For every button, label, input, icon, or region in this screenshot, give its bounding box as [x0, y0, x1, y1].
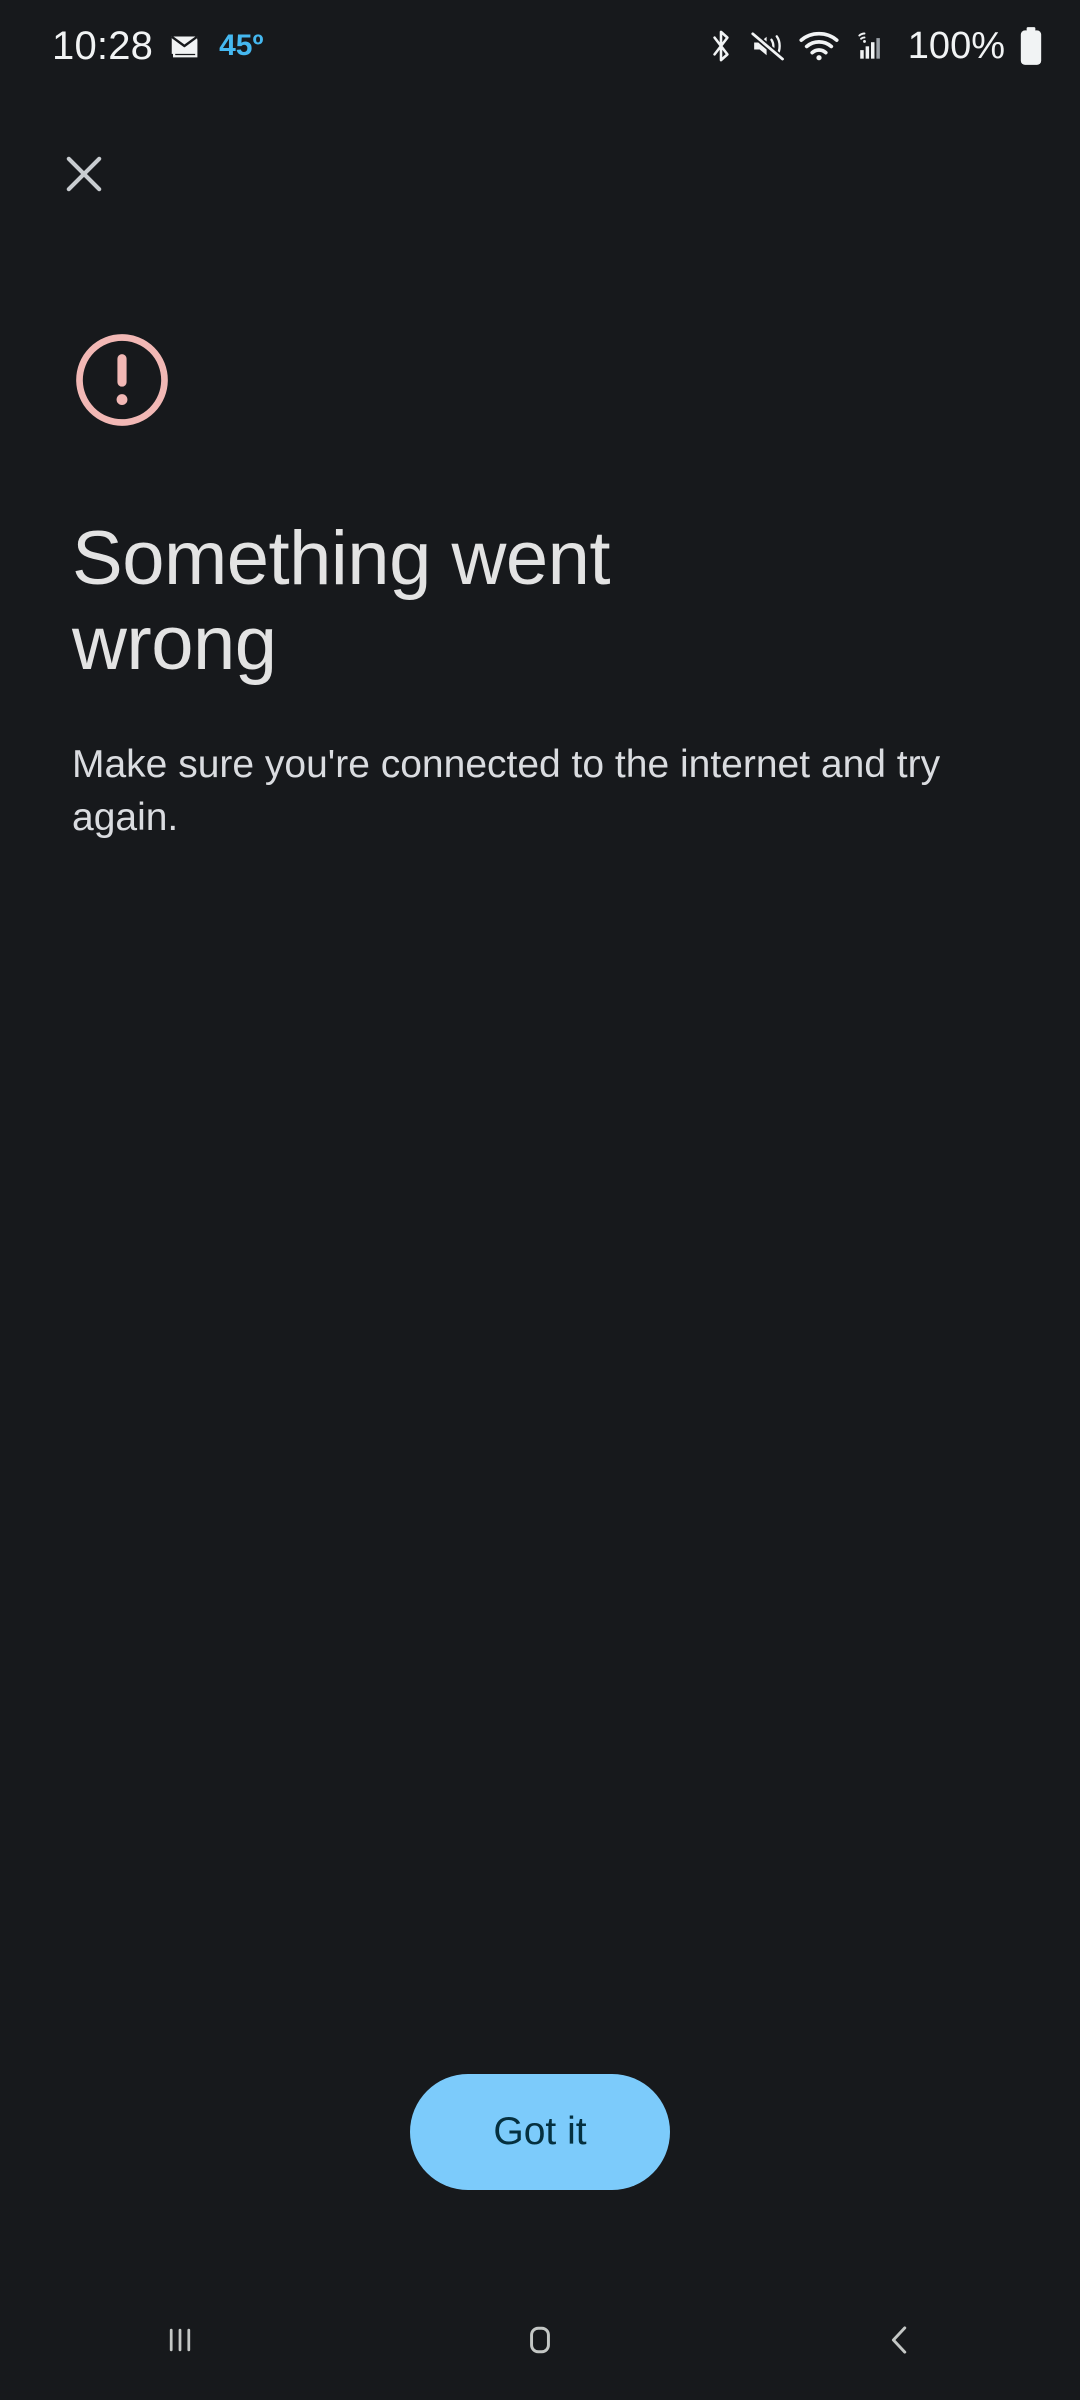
- navigation-bar: [0, 2284, 1080, 2400]
- bluetooth-icon: [705, 28, 737, 64]
- status-bar-left: 10:28 45º: [52, 26, 263, 66]
- wifi-icon: [799, 30, 839, 62]
- error-circle-exclamation-icon: [72, 330, 1008, 430]
- home-icon: [518, 2318, 562, 2367]
- error-dialog-content: Something went wrong Make sure you're co…: [72, 330, 1008, 844]
- mute-vibrate-icon: [749, 29, 786, 63]
- battery-percent-label: 100%: [907, 25, 1005, 67]
- close-button[interactable]: [40, 132, 128, 220]
- mail-stack-icon: [167, 27, 205, 65]
- status-clock: 10:28: [52, 24, 154, 68]
- phone-screen: 10:28 45º 100% Something went wrong Make…: [0, 0, 1080, 2400]
- back-icon: [878, 2318, 922, 2367]
- page-title: Something went wrong: [72, 516, 611, 687]
- status-bar-right: 100%: [705, 26, 1044, 66]
- home-button[interactable]: [360, 2284, 720, 2400]
- recents-button[interactable]: [0, 2284, 360, 2400]
- error-message: Make sure you're connected to the intern…: [72, 743, 941, 840]
- cellular-signal-icon: [852, 27, 890, 65]
- close-icon: [60, 150, 108, 203]
- back-button[interactable]: [720, 2284, 1080, 2400]
- status-temperature: 45º: [219, 29, 264, 62]
- recents-icon: [158, 2318, 202, 2367]
- status-bar: 10:28 45º 100%: [0, 0, 1080, 92]
- got-it-button[interactable]: Got it: [410, 2074, 670, 2190]
- battery-full-icon: [1018, 26, 1044, 66]
